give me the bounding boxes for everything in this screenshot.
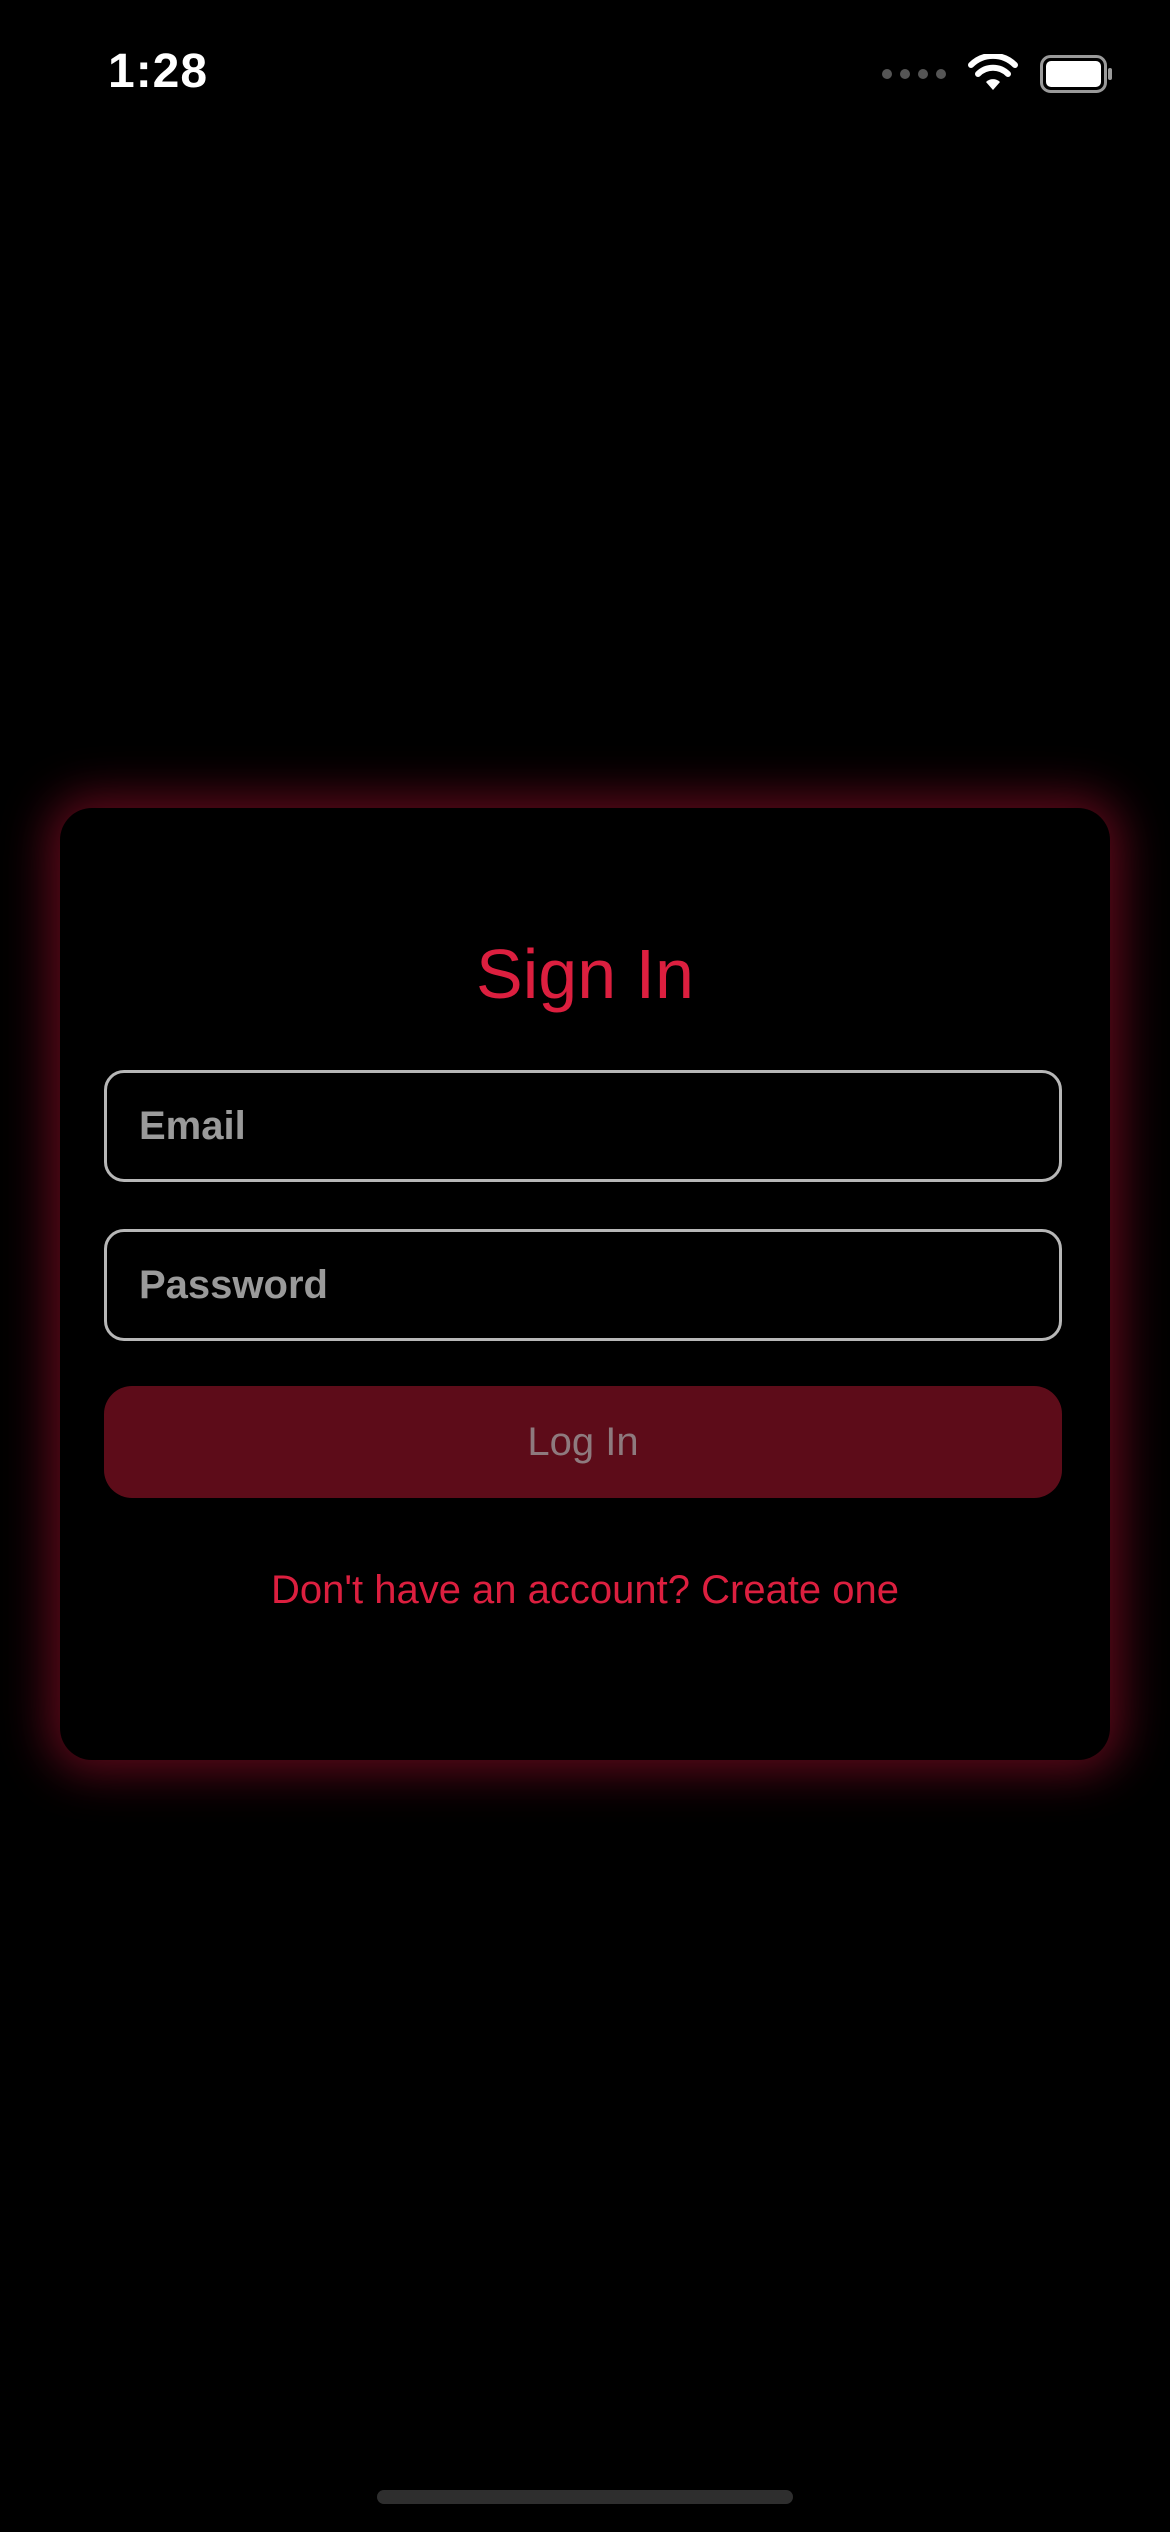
sign-in-title: Sign In xyxy=(476,935,694,1013)
email-field[interactable]: Email xyxy=(104,1070,1062,1182)
password-field[interactable]: Password xyxy=(104,1229,1062,1341)
log-in-button[interactable]: Log In xyxy=(104,1386,1062,1498)
cellular-signal-icon xyxy=(882,69,946,79)
status-time: 1:28 xyxy=(108,45,209,98)
sign-in-card: Sign In Email Password Log In Don't have… xyxy=(60,808,1110,1760)
password-placeholder: Password xyxy=(139,1262,328,1307)
battery-icon xyxy=(1040,55,1112,93)
create-account-link[interactable]: Don't have an account? Create one xyxy=(60,1568,1110,1613)
status-bar: 1:28 xyxy=(0,0,1170,150)
log-in-button-label: Log In xyxy=(527,1419,639,1464)
wifi-icon xyxy=(968,54,1018,90)
email-placeholder: Email xyxy=(139,1103,246,1148)
home-indicator[interactable] xyxy=(377,2490,793,2504)
status-icons xyxy=(882,52,1114,96)
